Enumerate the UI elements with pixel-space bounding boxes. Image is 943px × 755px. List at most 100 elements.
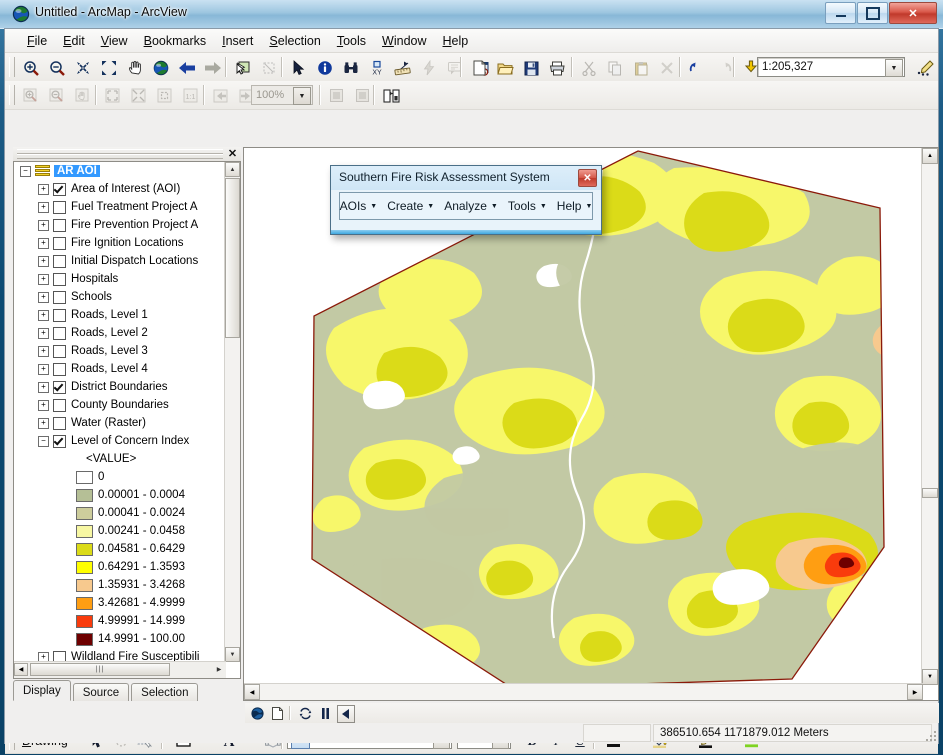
toc-title-grip[interactable]: ✕ [13, 147, 241, 161]
toc-tab-selection[interactable]: Selection [131, 683, 199, 701]
toc-layer-row[interactable]: + County Boundaries [14, 396, 226, 414]
layer-visibility-checkbox[interactable] [53, 200, 66, 214]
menu-tools[interactable]: Tools [329, 31, 374, 51]
menu-file[interactable]: File [19, 31, 55, 51]
pause-drawing-icon[interactable] [317, 705, 333, 721]
zoom-page-width-icon[interactable] [127, 84, 151, 108]
map-scroll-down-button[interactable]: ▼ [922, 669, 938, 685]
layer-visibility-checkbox[interactable] [53, 362, 66, 376]
go-forward-extent-icon[interactable] [201, 56, 225, 80]
menu-edit[interactable]: Edit [55, 31, 93, 51]
expand-toggle-icon[interactable]: + [38, 399, 49, 411]
legend-class-row[interactable]: 0.00241 - 0.0458 [14, 522, 226, 540]
toc-scroll-up-button[interactable]: ▲ [225, 162, 240, 177]
select-elements-arrow-icon[interactable] [287, 56, 311, 80]
toc-layer-row[interactable]: + Fire Prevention Project A [14, 216, 226, 234]
identify-icon[interactable] [313, 56, 337, 80]
expand-toggle-icon[interactable]: + [38, 273, 49, 285]
map-scroll-up-button[interactable]: ▲ [922, 148, 938, 164]
select-features-icon[interactable] [231, 56, 255, 80]
measure-icon[interactable] [391, 56, 415, 80]
legend-class-row[interactable]: 14.9991 - 100.00 [14, 630, 226, 648]
map-scale-combobox[interactable]: 1:205,327 ▼ [757, 57, 905, 77]
map-scroll-right-button[interactable]: ▶ [907, 684, 923, 700]
layout-zoom-out-icon[interactable] [45, 84, 69, 108]
menu-insert[interactable]: Insert [214, 31, 261, 51]
go-back-extent-icon[interactable] [175, 56, 199, 80]
expand-toggle-icon[interactable]: + [38, 381, 49, 393]
redo-icon[interactable] [711, 56, 735, 80]
toc-layer-row[interactable]: + Wildland Fire Susceptibili [14, 648, 226, 662]
toc-layer-row[interactable]: + Roads, Level 2 [14, 324, 226, 342]
save-map-icon[interactable] [519, 56, 543, 80]
resize-grip[interactable] [924, 729, 936, 741]
layer-visibility-checkbox[interactable] [53, 236, 66, 250]
dialog-menu-help[interactable]: Help ▼ [554, 197, 596, 215]
fixed-zoom-out-icon[interactable] [97, 56, 121, 80]
print-icon[interactable] [545, 56, 569, 80]
dialog-menu-analyze[interactable]: Analyze ▼ [441, 197, 501, 215]
legend-class-row[interactable]: 0 [14, 468, 226, 486]
toc-layer-row[interactable]: − Level of Concern Index [14, 432, 226, 450]
layer-visibility-checkbox[interactable] [53, 218, 66, 232]
zoom-out-icon[interactable] [45, 56, 69, 80]
legend-class-row[interactable]: 3.42681 - 4.9999 [14, 594, 226, 612]
paste-icon[interactable] [629, 56, 653, 80]
layout-zoom-in-icon[interactable] [19, 84, 43, 108]
collapse-toggle-icon[interactable]: − [38, 435, 49, 447]
collapse-toggle-icon[interactable]: − [20, 165, 31, 177]
expand-toggle-icon[interactable]: + [38, 201, 49, 213]
dialog-menu-aois[interactable]: AOIs ▼ [337, 197, 381, 215]
map-horizontal-scrollbar[interactable]: ◀ ▶ [244, 683, 923, 700]
minimize-button[interactable] [825, 2, 856, 24]
toc-tab-source[interactable]: Source [72, 683, 130, 701]
expand-toggle-icon[interactable]: + [38, 309, 49, 321]
menu-selection[interactable]: Selection [261, 31, 328, 51]
map-vscroll-thumb[interactable] [922, 488, 938, 498]
focus-data-frame-icon[interactable] [351, 84, 375, 108]
toc-close-icon[interactable]: ✕ [226, 147, 239, 160]
map-vertical-scrollbar[interactable]: ▲ ▼ [921, 148, 938, 685]
layout-view-icon[interactable] [269, 705, 285, 721]
hyperlink-icon[interactable] [417, 56, 441, 80]
layout-toolbar-grip[interactable] [9, 85, 15, 105]
toc-layer-row[interactable]: + Fire Ignition Locations [14, 234, 226, 252]
toc-data-frame-row[interactable]: − AR AOI [14, 162, 226, 180]
toc-layer-row[interactable]: + Hospitals [14, 270, 226, 288]
zoom-in-icon[interactable] [19, 56, 43, 80]
legend-class-row[interactable]: 1.35931 - 3.4268 [14, 576, 226, 594]
layer-visibility-checkbox[interactable] [53, 344, 66, 358]
layout-zoom-combobox[interactable]: 100% ▼ [251, 85, 313, 105]
toc-hscroll-thumb[interactable]: ||| [30, 663, 170, 676]
zoom-100-percent-icon[interactable]: 1:1 [179, 84, 203, 108]
toolbar-grip[interactable] [9, 57, 15, 77]
dialog-menu-create[interactable]: Create ▼ [384, 197, 437, 215]
legend-class-row[interactable]: 4.99991 - 14.999 [14, 612, 226, 630]
full-extent-globe-icon[interactable] [149, 56, 173, 80]
toc-layer-row[interactable]: + Roads, Level 1 [14, 306, 226, 324]
continue-drawing-icon[interactable] [337, 705, 355, 723]
legend-class-row[interactable]: 0.64291 - 1.3593 [14, 558, 226, 576]
expand-toggle-icon[interactable]: + [38, 345, 49, 357]
expand-toggle-icon[interactable]: + [38, 327, 49, 339]
layer-visibility-checkbox[interactable] [53, 398, 66, 412]
html-popup-icon[interactable] [443, 56, 467, 80]
go-to-xy-icon[interactable]: XY [365, 56, 389, 80]
toc-layer-row[interactable]: + Initial Dispatch Locations [14, 252, 226, 270]
open-map-icon[interactable] [493, 56, 517, 80]
menu-window[interactable]: Window [374, 31, 434, 51]
toc-scroll-right-button[interactable]: ▶ [212, 663, 226, 676]
expand-toggle-icon[interactable]: + [38, 219, 49, 231]
scale-dropdown-arrow[interactable]: ▼ [885, 59, 903, 77]
toc-scroll-left-button[interactable]: ◀ [14, 663, 28, 676]
fixed-zoom-in-icon[interactable] [71, 56, 95, 80]
legend-color-swatch[interactable] [76, 506, 93, 520]
legend-color-swatch[interactable] [76, 470, 93, 484]
layer-visibility-checkbox[interactable] [53, 254, 66, 268]
southern-fire-risk-dialog[interactable]: Southern Fire Risk Assessment System ✕ A… [330, 165, 602, 235]
layer-visibility-checkbox[interactable] [53, 416, 66, 430]
menu-bookmarks[interactable]: Bookmarks [136, 31, 215, 51]
legend-color-swatch[interactable] [76, 560, 93, 574]
legend-color-swatch[interactable] [76, 542, 93, 556]
maximize-button[interactable] [857, 2, 888, 24]
